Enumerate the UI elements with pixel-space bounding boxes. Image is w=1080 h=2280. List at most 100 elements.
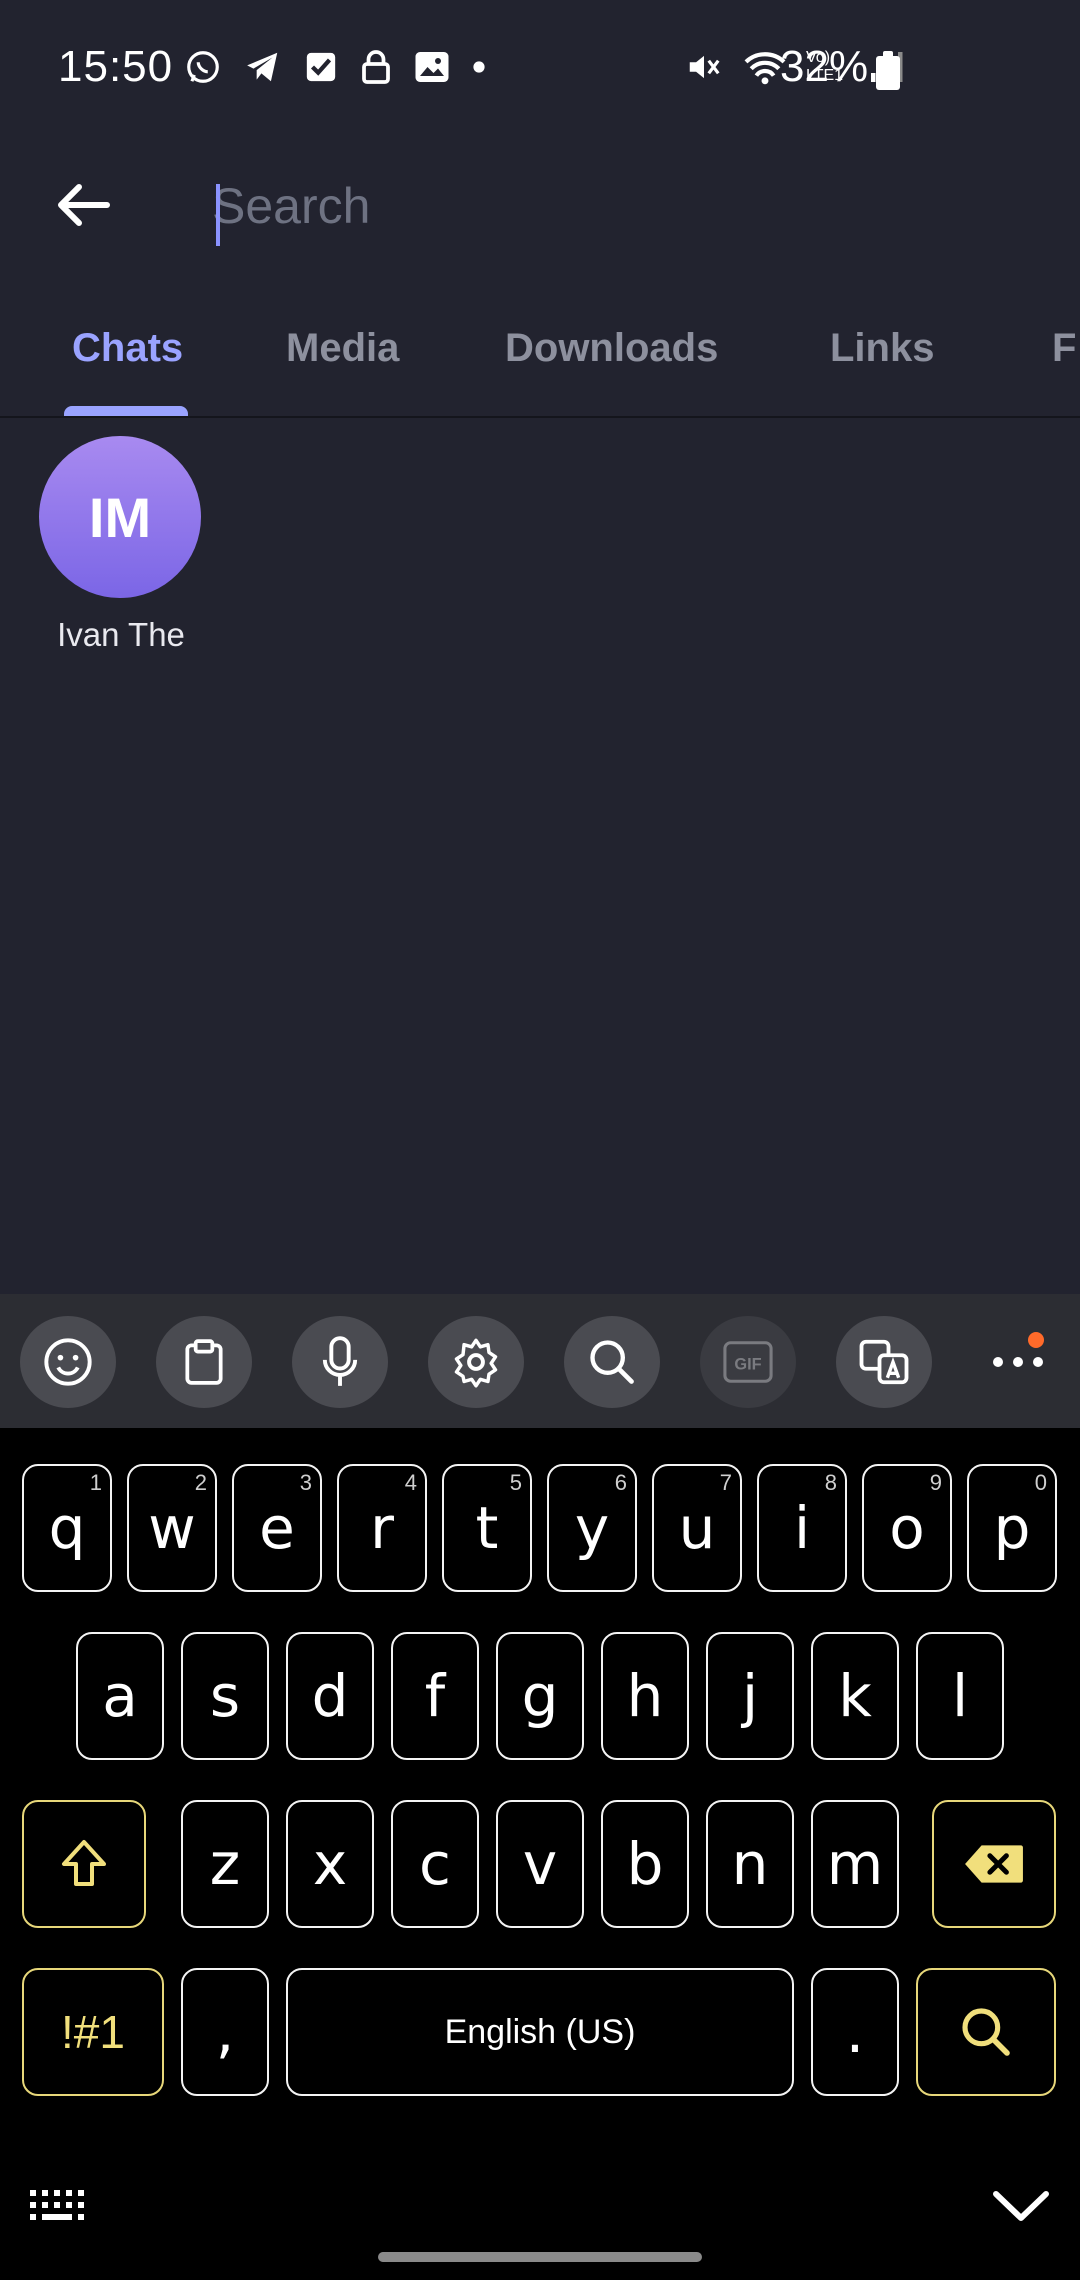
hide-keyboard-button[interactable]: [992, 2186, 1050, 2231]
home-indicator[interactable]: [378, 2252, 702, 2262]
symbols-key[interactable]: !#1: [22, 1968, 164, 2096]
key-i[interactable]: i8: [757, 1464, 847, 1592]
emoji-icon: [44, 1338, 92, 1386]
search-field[interactable]: [212, 164, 1032, 248]
key-number: 6: [614, 1470, 627, 1495]
search-input[interactable]: [212, 164, 1032, 248]
backspace-key[interactable]: [932, 1800, 1056, 1928]
key-label: o: [889, 1494, 925, 1562]
notification-dot: [1028, 1332, 1044, 1348]
mute-icon: [689, 55, 720, 79]
translate-button[interactable]: [836, 1316, 932, 1408]
key-k[interactable]: k: [811, 1632, 899, 1760]
key-number: 5: [509, 1470, 522, 1495]
keyboard-settings-button[interactable]: [428, 1316, 524, 1408]
key-label: p: [993, 1494, 1031, 1562]
key-number: 9: [929, 1470, 942, 1495]
settings-icon: [454, 1338, 498, 1388]
checkbox-icon: [306, 52, 336, 82]
key-label: e: [259, 1494, 295, 1562]
backspace-icon: [965, 1845, 1023, 1883]
search-icon: [962, 2008, 1010, 2056]
shift-key[interactable]: [22, 1800, 146, 1928]
tab-files[interactable]: F: [1052, 326, 1076, 371]
comma-key[interactable]: ,: [181, 1968, 269, 2096]
key-w[interactable]: w2: [127, 1464, 217, 1592]
back-button[interactable]: [40, 162, 126, 248]
key-label: w: [148, 1494, 196, 1562]
dot-icon: [473, 61, 485, 73]
clipboard-icon: [185, 1339, 223, 1385]
key-label: y: [574, 1494, 610, 1562]
telegram-icon: [247, 52, 278, 82]
search-icon: [590, 1340, 634, 1384]
back-arrow-icon: [58, 184, 110, 226]
search-header: [0, 140, 1080, 270]
key-label: q: [48, 1494, 86, 1562]
key-q[interactable]: q1: [22, 1464, 112, 1592]
key-f[interactable]: f: [391, 1632, 479, 1760]
key-n[interactable]: n: [706, 1800, 794, 1928]
keyboard-icon: [30, 2190, 84, 2220]
search-action-key[interactable]: [916, 1968, 1056, 2096]
recent-contact[interactable]: IM Ivan The: [36, 436, 206, 654]
tab-chats[interactable]: Chats: [72, 326, 183, 371]
key-label: i: [793, 1494, 811, 1562]
keyboard-search-button[interactable]: [564, 1316, 660, 1408]
key-o[interactable]: o9: [862, 1464, 952, 1592]
search-tabs: Chats Media Downloads Links F: [0, 300, 1080, 418]
key-h[interactable]: h: [601, 1632, 689, 1760]
text-cursor: [216, 184, 220, 246]
key-s[interactable]: s: [181, 1632, 269, 1760]
key-l[interactable]: l: [916, 1632, 1004, 1760]
whatsapp-icon: [187, 51, 219, 83]
key-number: 0: [1034, 1470, 1047, 1495]
key-number: 1: [89, 1470, 102, 1495]
shift-icon: [62, 1840, 106, 1886]
tab-downloads[interactable]: Downloads: [505, 326, 718, 371]
key-y[interactable]: y6: [547, 1464, 637, 1592]
key-e[interactable]: e3: [232, 1464, 322, 1592]
tab-media[interactable]: Media: [286, 326, 399, 371]
key-x[interactable]: x: [286, 1800, 374, 1928]
image-icon: [415, 52, 449, 82]
key-t[interactable]: t5: [442, 1464, 532, 1592]
clipboard-button[interactable]: [156, 1316, 252, 1408]
more-button[interactable]: [970, 1316, 1066, 1408]
key-label: r: [370, 1494, 394, 1562]
key-b[interactable]: b: [601, 1800, 689, 1928]
gif-icon: GIF: [723, 1341, 773, 1383]
notification-icons: [184, 48, 486, 86]
key-p[interactable]: p0: [967, 1464, 1057, 1592]
key-g[interactable]: g: [496, 1632, 584, 1760]
key-number: 2: [194, 1470, 207, 1495]
key-number: 4: [404, 1470, 417, 1495]
keyboard-toolbar: GIF: [0, 1294, 1080, 1428]
key-j[interactable]: j: [706, 1632, 794, 1760]
key-u[interactable]: u7: [652, 1464, 742, 1592]
space-key[interactable]: English (US): [286, 1968, 794, 2096]
tab-links[interactable]: Links: [830, 326, 934, 371]
contact-name: Ivan The: [57, 616, 185, 653]
key-c[interactable]: c: [391, 1800, 479, 1928]
chevron-down-icon: [993, 2191, 1049, 2221]
key-r[interactable]: r4: [337, 1464, 427, 1592]
emoji-button[interactable]: [20, 1316, 116, 1408]
gif-button[interactable]: GIF: [700, 1316, 796, 1408]
key-number: 3: [299, 1470, 312, 1495]
microphone-icon: [322, 1336, 358, 1386]
status-time: 15:50: [58, 42, 174, 91]
keyboard-switch-button[interactable]: [28, 2186, 90, 2231]
key-d[interactable]: d: [286, 1632, 374, 1760]
key-number: 7: [719, 1470, 732, 1495]
avatar: IM: [39, 436, 201, 598]
period-key[interactable]: .: [811, 1968, 899, 2096]
key-m[interactable]: m: [811, 1800, 899, 1928]
battery-icon: [876, 51, 900, 90]
voice-input-button[interactable]: [292, 1316, 388, 1408]
translate-icon: [859, 1339, 909, 1385]
key-v[interactable]: v: [496, 1800, 584, 1928]
key-a[interactable]: a: [76, 1632, 164, 1760]
key-z[interactable]: z: [181, 1800, 269, 1928]
key-number: 8: [824, 1470, 837, 1495]
